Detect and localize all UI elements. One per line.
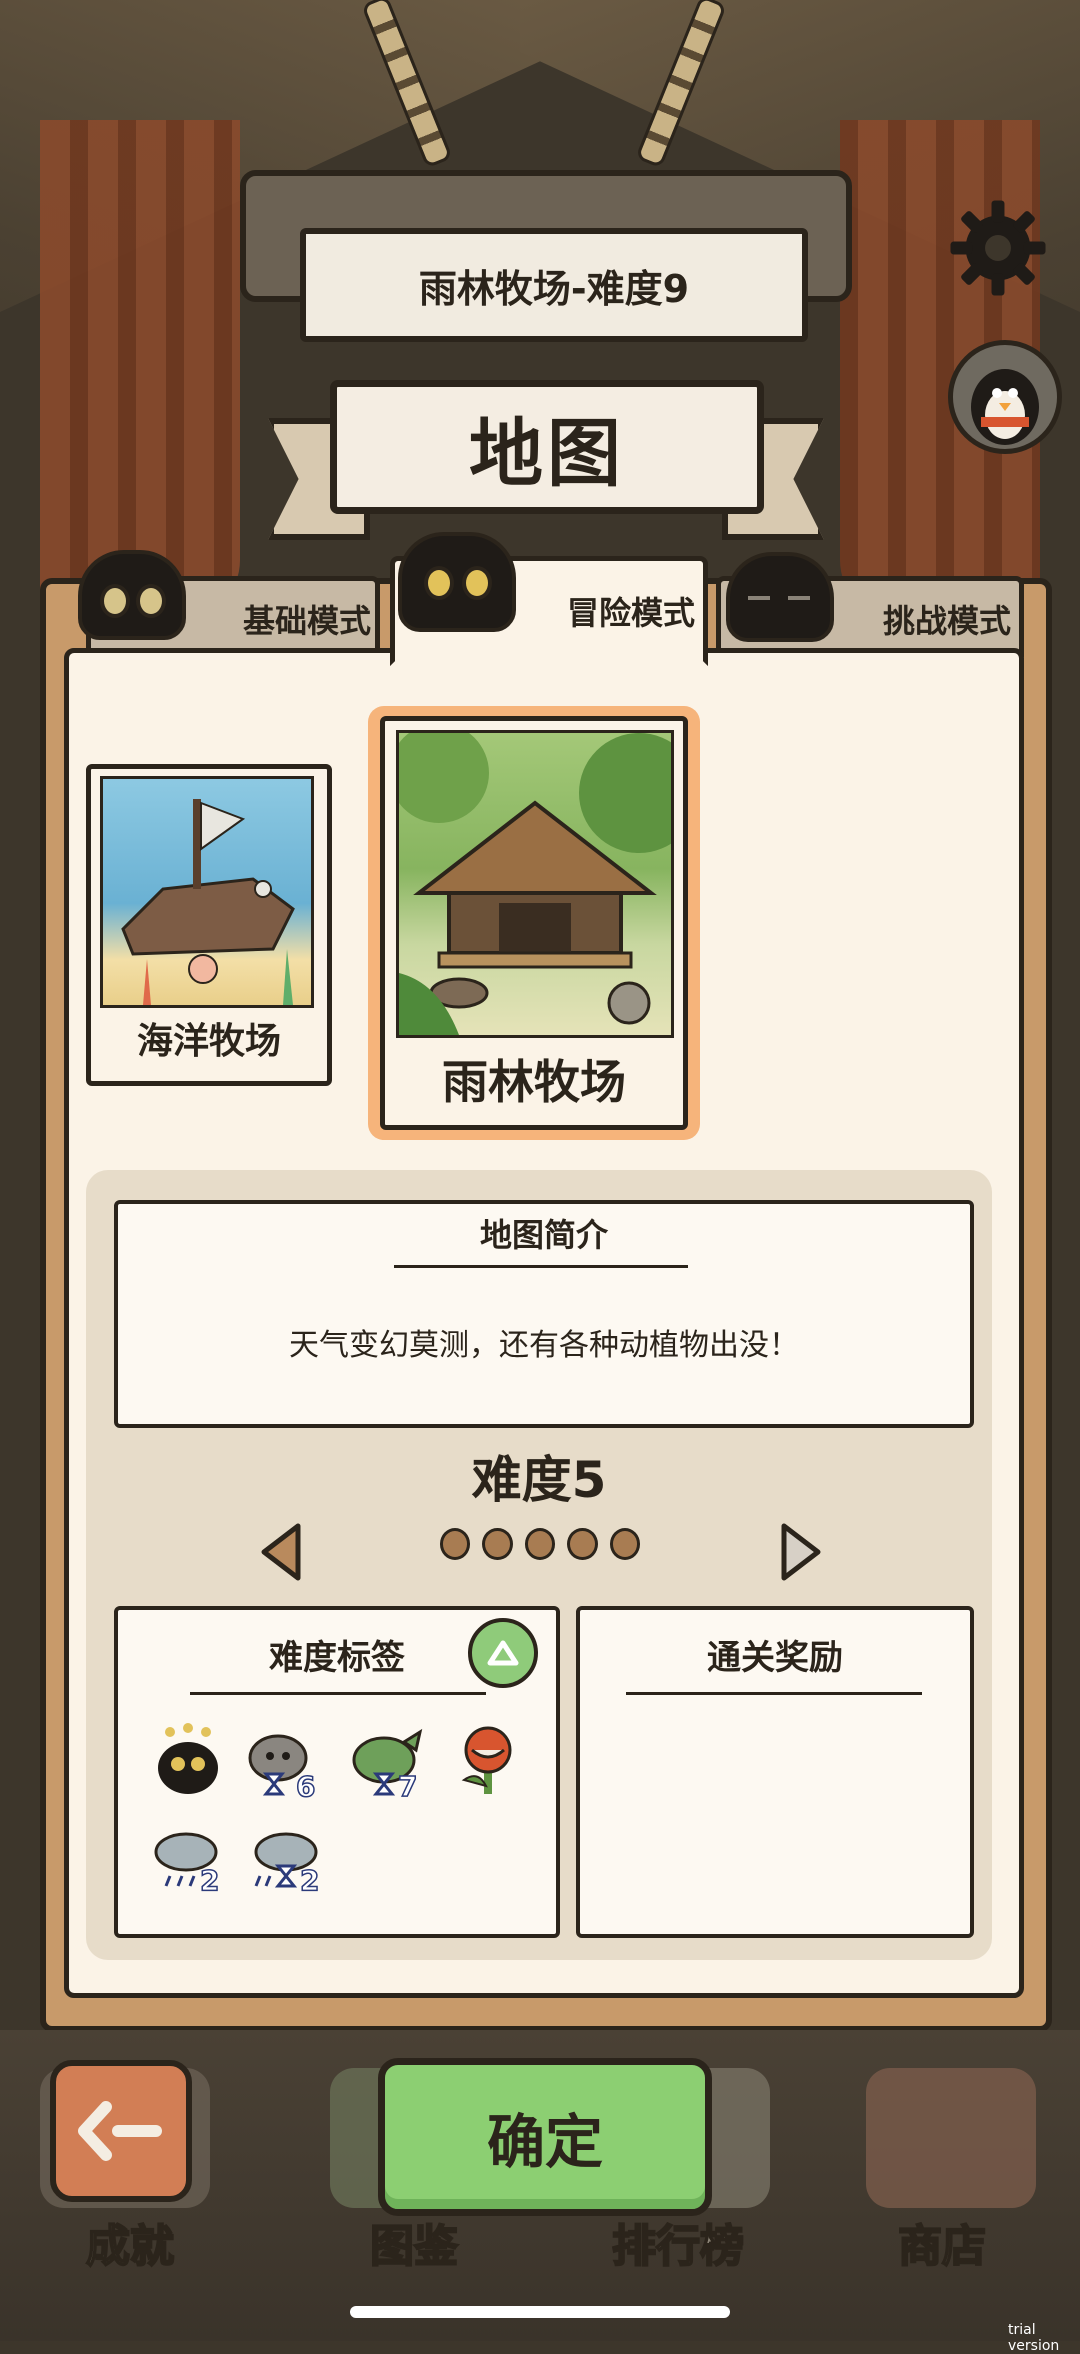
shop-icon (866, 2068, 1036, 2208)
clear-reward-title: 通关奖励 (707, 1638, 843, 1678)
home-indicator[interactable] (350, 2306, 730, 2318)
divider (626, 1692, 922, 1695)
cat-head-icon (78, 550, 186, 640)
nav-handbook[interactable]: 图鉴 (369, 2210, 459, 2274)
triangle-up-icon (487, 1640, 519, 1666)
cat-head-icon (398, 532, 516, 632)
difficulty-dot (609, 1528, 641, 1560)
difficulty-label: 难度5 (471, 1451, 607, 1509)
tab-label: 挑战模式 (882, 602, 1011, 640)
intro-text: 天气变幻莫测，还有各种动植物出没！ (289, 1328, 799, 1363)
level-title: 雨林牧场-难度9 (300, 228, 808, 342)
tag-count: 2 (299, 1863, 320, 1898)
difficulty-dot (482, 1528, 513, 1560)
sleeping-cat-head-icon (726, 552, 834, 642)
nav-achievements[interactable]: 成就 (85, 2210, 175, 2274)
piranha-flower-icon (461, 1726, 512, 1794)
intro-title: 地图简介 (479, 1216, 608, 1254)
next-difficulty-arrow-icon[interactable] (776, 1522, 824, 1582)
tab-label: 冒险模式 (566, 594, 695, 632)
tag-count: 2 (199, 1863, 220, 1898)
penguin-avatar-icon (971, 369, 1039, 445)
back-button[interactable] (50, 2060, 192, 2202)
map-title: 地图 (330, 380, 764, 514)
curtain-left (40, 120, 240, 620)
map-card-label: 雨林牧场 (442, 1055, 626, 1109)
rainforest-map-image (396, 730, 674, 1038)
ocean-map-image (100, 776, 314, 1008)
difficulty-dots (440, 1528, 641, 1568)
player-avatar[interactable] (948, 340, 1062, 454)
confirm-button[interactable]: 确定 (378, 2058, 712, 2216)
difficulty-dot (524, 1528, 556, 1560)
tag-count: 6 (295, 1769, 316, 1804)
divider (394, 1265, 688, 1268)
tag-count: 7 (397, 1769, 418, 1804)
collapse-tags-button[interactable] (468, 1618, 538, 1688)
gear-icon[interactable] (944, 194, 1052, 302)
black-cat-icon (158, 1723, 218, 1794)
difficulty-dot (567, 1528, 598, 1560)
tab-label: 基础模式 (242, 602, 371, 640)
back-arrow-icon (78, 2101, 162, 2161)
difficulty-dot (440, 1528, 471, 1560)
trial-watermark: trial version (1008, 2322, 1060, 2354)
prev-difficulty-arrow-icon[interactable] (258, 1522, 306, 1582)
map-card-label: 海洋牧场 (136, 1021, 281, 1062)
nav-leaderboard[interactable]: 排行榜 (611, 2210, 745, 2274)
nav-shop[interactable]: 商店 (897, 2210, 987, 2274)
divider (190, 1692, 486, 1695)
